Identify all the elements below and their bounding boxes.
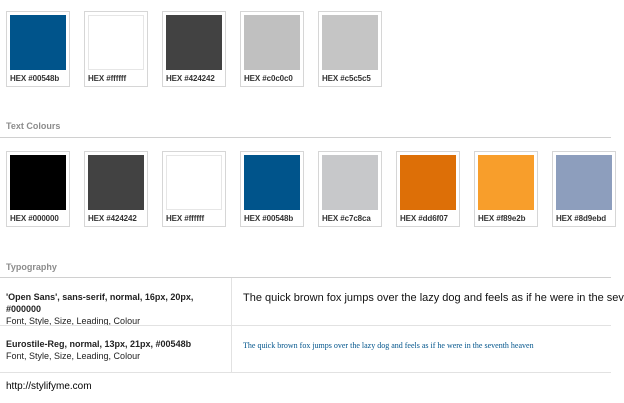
typography-row: Eurostile-Reg, normal, 13px, 21px, #0054… (0, 326, 611, 372)
swatch-card: HEX #c5c5c5 (318, 11, 382, 87)
color-swatch (10, 155, 66, 210)
swatch-hex-label: HEX #00548b (244, 214, 294, 223)
font-spec-values: Eurostile-Reg, normal, 13px, 21px, #0054… (6, 339, 192, 349)
font-spec-legend: Font, Style, Size, Leading, Colour (6, 351, 141, 361)
swatch-hex-label: HEX #c5c5c5 (322, 74, 371, 83)
color-swatch (10, 15, 66, 70)
swatch-hex-label: HEX #8d9ebd (556, 214, 607, 223)
swatch-hex-label: HEX #f89e2b (478, 214, 526, 223)
color-swatch (400, 155, 456, 210)
font-spec: Eurostile-Reg, normal, 13px, 21px, #0054… (6, 338, 226, 362)
section-title-text-colours: Text Colours (6, 121, 61, 131)
color-swatch (556, 155, 612, 210)
swatch-card: HEX #c7c8ca (318, 151, 382, 227)
swatch-card: HEX #dd6f07 (396, 151, 460, 227)
swatch-hex-label: HEX #000000 (10, 214, 59, 223)
swatch-card: HEX #000000 (6, 151, 70, 227)
swatch-card: HEX #ffffff (162, 151, 226, 227)
color-swatch (244, 155, 300, 210)
row-divider (0, 372, 611, 373)
swatch-card: HEX #ffffff (84, 11, 148, 87)
typography-row: 'Open Sans', sans-serif, normal, 16px, 2… (0, 278, 624, 327)
color-swatch (478, 155, 534, 210)
color-swatch (88, 155, 144, 210)
color-swatch (166, 15, 222, 70)
swatch-hex-label: HEX #424242 (166, 74, 215, 83)
swatch-card: HEX #00548b (240, 151, 304, 227)
color-swatch (322, 155, 378, 210)
swatch-card: HEX #00548b (6, 11, 70, 87)
background-swatch-row: HEX #00548b HEX #ffffff HEX #424242 HEX … (6, 11, 382, 87)
swatch-hex-label: HEX #c7c8ca (322, 214, 371, 223)
color-swatch (166, 155, 222, 210)
swatch-card: HEX #c0c0c0 (240, 11, 304, 87)
color-swatch (322, 15, 378, 70)
swatch-card: HEX #424242 (162, 11, 226, 87)
swatch-hex-label: HEX #ffffff (88, 74, 127, 83)
text-colour-swatch-row: HEX #000000 HEX #424242 HEX #ffffff HEX … (6, 151, 616, 227)
source-url: http://stylifyme.com (6, 381, 92, 392)
swatch-hex-label: HEX #dd6f07 (400, 214, 448, 223)
swatch-hex-label: HEX #424242 (88, 214, 137, 223)
color-swatch (88, 15, 144, 70)
swatch-card: HEX #424242 (84, 151, 148, 227)
font-sample-text: The quick brown fox jumps over the lazy … (243, 292, 624, 304)
font-spec: 'Open Sans', sans-serif, normal, 16px, 2… (6, 291, 226, 327)
font-sample-text: The quick brown fox jumps over the lazy … (243, 341, 534, 350)
swatch-hex-label: HEX #c0c0c0 (244, 74, 293, 83)
section-divider (0, 137, 611, 138)
swatch-hex-label: HEX #00548b (10, 74, 60, 83)
swatch-card: HEX #f89e2b (474, 151, 538, 227)
color-swatch (244, 15, 300, 70)
swatch-hex-label: HEX #ffffff (166, 214, 205, 223)
font-spec-values: 'Open Sans', sans-serif, normal, 16px, 2… (6, 292, 194, 314)
section-title-typography: Typography (6, 262, 57, 272)
swatch-card: HEX #8d9ebd (552, 151, 616, 227)
